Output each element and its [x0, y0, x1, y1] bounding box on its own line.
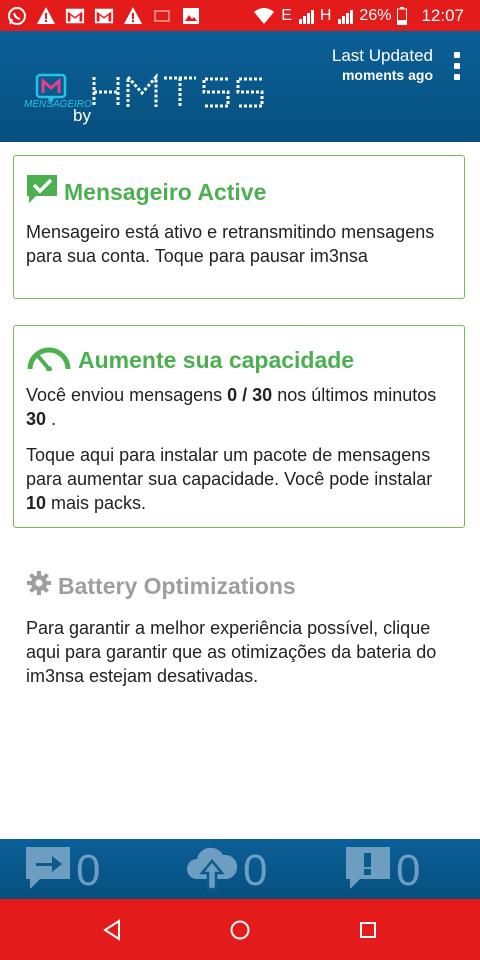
text: mais packs.	[46, 493, 147, 513]
card-title-row: Aumente sua capacidade	[26, 343, 452, 377]
error-count: 0	[396, 845, 421, 895]
app-header: MENSAGEIRO by Last Updated moments ago	[0, 31, 480, 142]
capacity-paragraph-2: Toque aqui para instalar um pacote de me…	[26, 443, 452, 515]
capacity-title: Aumente sua capacidade	[78, 346, 355, 373]
notification-icons	[0, 6, 201, 26]
active-title: Mensageiro Active	[64, 178, 267, 205]
status-bar: E H 26% 12:07	[0, 0, 480, 31]
hmtss-logo-icon	[92, 73, 266, 111]
gear-icon	[26, 570, 52, 602]
error-counter[interactable]: 0	[344, 845, 420, 896]
message-check-icon	[26, 174, 58, 210]
capacity-card[interactable]: Aumente sua capacidade Você enviou mensa…	[13, 325, 465, 528]
menu-dot	[454, 74, 460, 80]
last-updated: Last Updated moments ago	[332, 46, 433, 83]
cloud-upload-icon	[185, 845, 239, 896]
alert-icon	[123, 6, 143, 26]
signal-icon	[298, 7, 314, 25]
minutes-value: 30	[26, 409, 47, 429]
active-body: Mensageiro está ativo e retransmitindo m…	[26, 222, 435, 266]
packs-count: 10	[26, 493, 47, 513]
text: Toque aqui para instalar um pacote de me…	[26, 445, 433, 489]
speedometer-icon	[26, 343, 72, 377]
upload-counter[interactable]: 0	[185, 845, 267, 896]
card-title-row: Battery Optimizations	[26, 570, 456, 602]
counters-bar: 0 0 0	[0, 839, 480, 899]
recent-apps-button[interactable]	[357, 919, 379, 941]
message-forward-icon	[24, 845, 72, 896]
menu-dot	[454, 63, 460, 69]
card-title-row: Mensageiro Active	[26, 174, 452, 210]
logo-by: by	[73, 106, 91, 125]
home-button[interactable]	[229, 919, 251, 941]
sent-count: 0	[76, 845, 101, 895]
messages-count: 0 / 30	[227, 385, 273, 405]
capacity-paragraph-1: Você enviou mensagens 0 / 30 nos últimos…	[26, 383, 452, 431]
battery-icon	[397, 6, 408, 25]
battery-title: Battery Optimizations	[58, 572, 296, 599]
message-alert-icon	[344, 845, 392, 896]
text: nos últimos minutos	[272, 385, 437, 405]
alert-icon	[36, 6, 56, 26]
mensageiro-active-card[interactable]: Mensageiro Active Mensageiro está ativo …	[13, 155, 465, 299]
image-icon	[181, 6, 201, 26]
clock: 12:07	[421, 5, 464, 25]
gmail-icon	[94, 6, 114, 26]
text: .	[46, 409, 57, 429]
signal-icon	[337, 7, 354, 25]
network-type-1: E	[281, 6, 292, 24]
mensageiro-logo-icon	[25, 73, 77, 117]
app-icon	[152, 6, 172, 26]
network-type-2: H	[319, 6, 332, 24]
last-updated-label: Last Updated	[331, 46, 433, 65]
system-status: E H 26% 12:07	[253, 6, 480, 26]
sent-counter[interactable]: 0	[24, 845, 100, 896]
last-updated-value: moments ago	[341, 67, 433, 83]
battery-percent: 26%	[359, 6, 392, 24]
back-button[interactable]	[101, 919, 123, 941]
overflow-menu-button[interactable]	[452, 52, 462, 80]
wifi-icon	[253, 7, 275, 25]
battery-optimizations-section[interactable]: Battery Optimizations Para garantir a me…	[26, 570, 456, 688]
upload-count: 0	[243, 845, 268, 895]
whatsapp-icon	[7, 6, 27, 26]
text: Você enviou mensagens	[26, 385, 228, 405]
gmail-icon	[65, 6, 85, 26]
menu-dot	[454, 52, 460, 58]
battery-body: Para garantir a melhor experiência possí…	[26, 618, 437, 686]
navigation-bar	[0, 899, 480, 960]
